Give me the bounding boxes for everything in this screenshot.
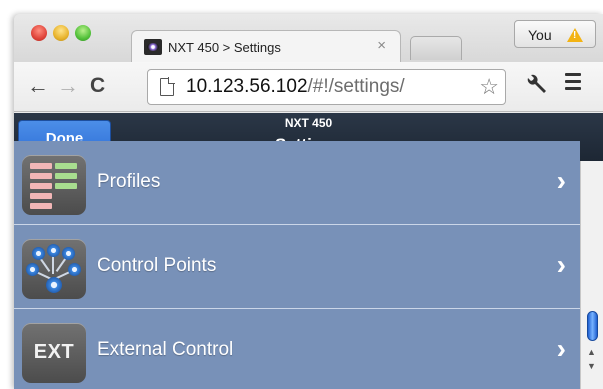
tab-strip: NXT 450 > Settings × You xyxy=(14,14,603,62)
ext-icon-text: EXT xyxy=(33,341,75,363)
device-name: NXT 450 xyxy=(284,116,333,130)
new-tab-button[interactable] xyxy=(410,36,462,60)
url-path: /#!/settings/ xyxy=(307,76,405,97)
back-arrow-icon[interactable]: ← xyxy=(27,73,49,99)
settings-item-control-points[interactable]: Control Points › xyxy=(14,225,580,309)
address-bar[interactable]: 10.123.56.102/#!/settings/ ☆ xyxy=(147,69,506,105)
web-content: Done NXT 450 Settings Profiles › xyxy=(14,113,603,389)
url-text: 10.123.56.102/#!/settings/ xyxy=(186,76,405,98)
menu-icon[interactable] xyxy=(565,73,581,94)
profile-label: You xyxy=(528,27,552,43)
scroll-thumb[interactable] xyxy=(587,311,598,341)
wrench-icon[interactable] xyxy=(527,72,549,100)
chevron-right-icon: › xyxy=(556,249,566,280)
settings-item-label: External Control xyxy=(97,339,234,360)
scrollbar[interactable]: ▲ ▼ xyxy=(580,161,603,389)
browser-toolbar: ← → C 10.123.56.102/#!/settings/ ☆ xyxy=(14,62,603,112)
zoom-window-button[interactable] xyxy=(75,25,91,41)
chevron-right-icon: › xyxy=(556,165,566,196)
control-points-icon xyxy=(22,239,86,299)
forward-arrow-icon[interactable]: → xyxy=(57,73,79,99)
page-icon xyxy=(160,77,175,96)
reload-icon[interactable]: C xyxy=(90,73,105,99)
profile-button[interactable]: You xyxy=(514,20,596,48)
tab-title: NXT 450 > Settings xyxy=(168,40,281,55)
settings-list: Profiles › Control Points › EXT External… xyxy=(14,141,580,389)
close-window-button[interactable] xyxy=(31,25,47,41)
settings-item-label: Profiles xyxy=(97,171,161,192)
settings-item-profiles[interactable]: Profiles › xyxy=(14,141,580,225)
tab-close-icon[interactable]: × xyxy=(377,37,386,54)
tab-settings[interactable]: NXT 450 > Settings × xyxy=(131,30,401,62)
scroll-up-arrow-icon[interactable]: ▲ xyxy=(587,347,596,357)
browser-window: NXT 450 > Settings × You ← → C 10.123.56… xyxy=(14,14,603,389)
scroll-down-arrow-icon[interactable]: ▼ xyxy=(587,361,596,371)
url-host: 10.123.56.102 xyxy=(186,76,308,97)
ext-icon: EXT xyxy=(22,323,86,383)
settings-item-label: Control Points xyxy=(97,255,217,276)
chevron-right-icon: › xyxy=(556,333,566,364)
warning-icon xyxy=(567,28,583,42)
favicon-icon xyxy=(144,39,162,55)
profiles-icon xyxy=(22,155,86,215)
minimize-window-button[interactable] xyxy=(53,25,69,41)
bookmark-star-icon[interactable]: ☆ xyxy=(479,74,499,100)
settings-item-external-control[interactable]: EXT External Control › xyxy=(14,309,580,389)
